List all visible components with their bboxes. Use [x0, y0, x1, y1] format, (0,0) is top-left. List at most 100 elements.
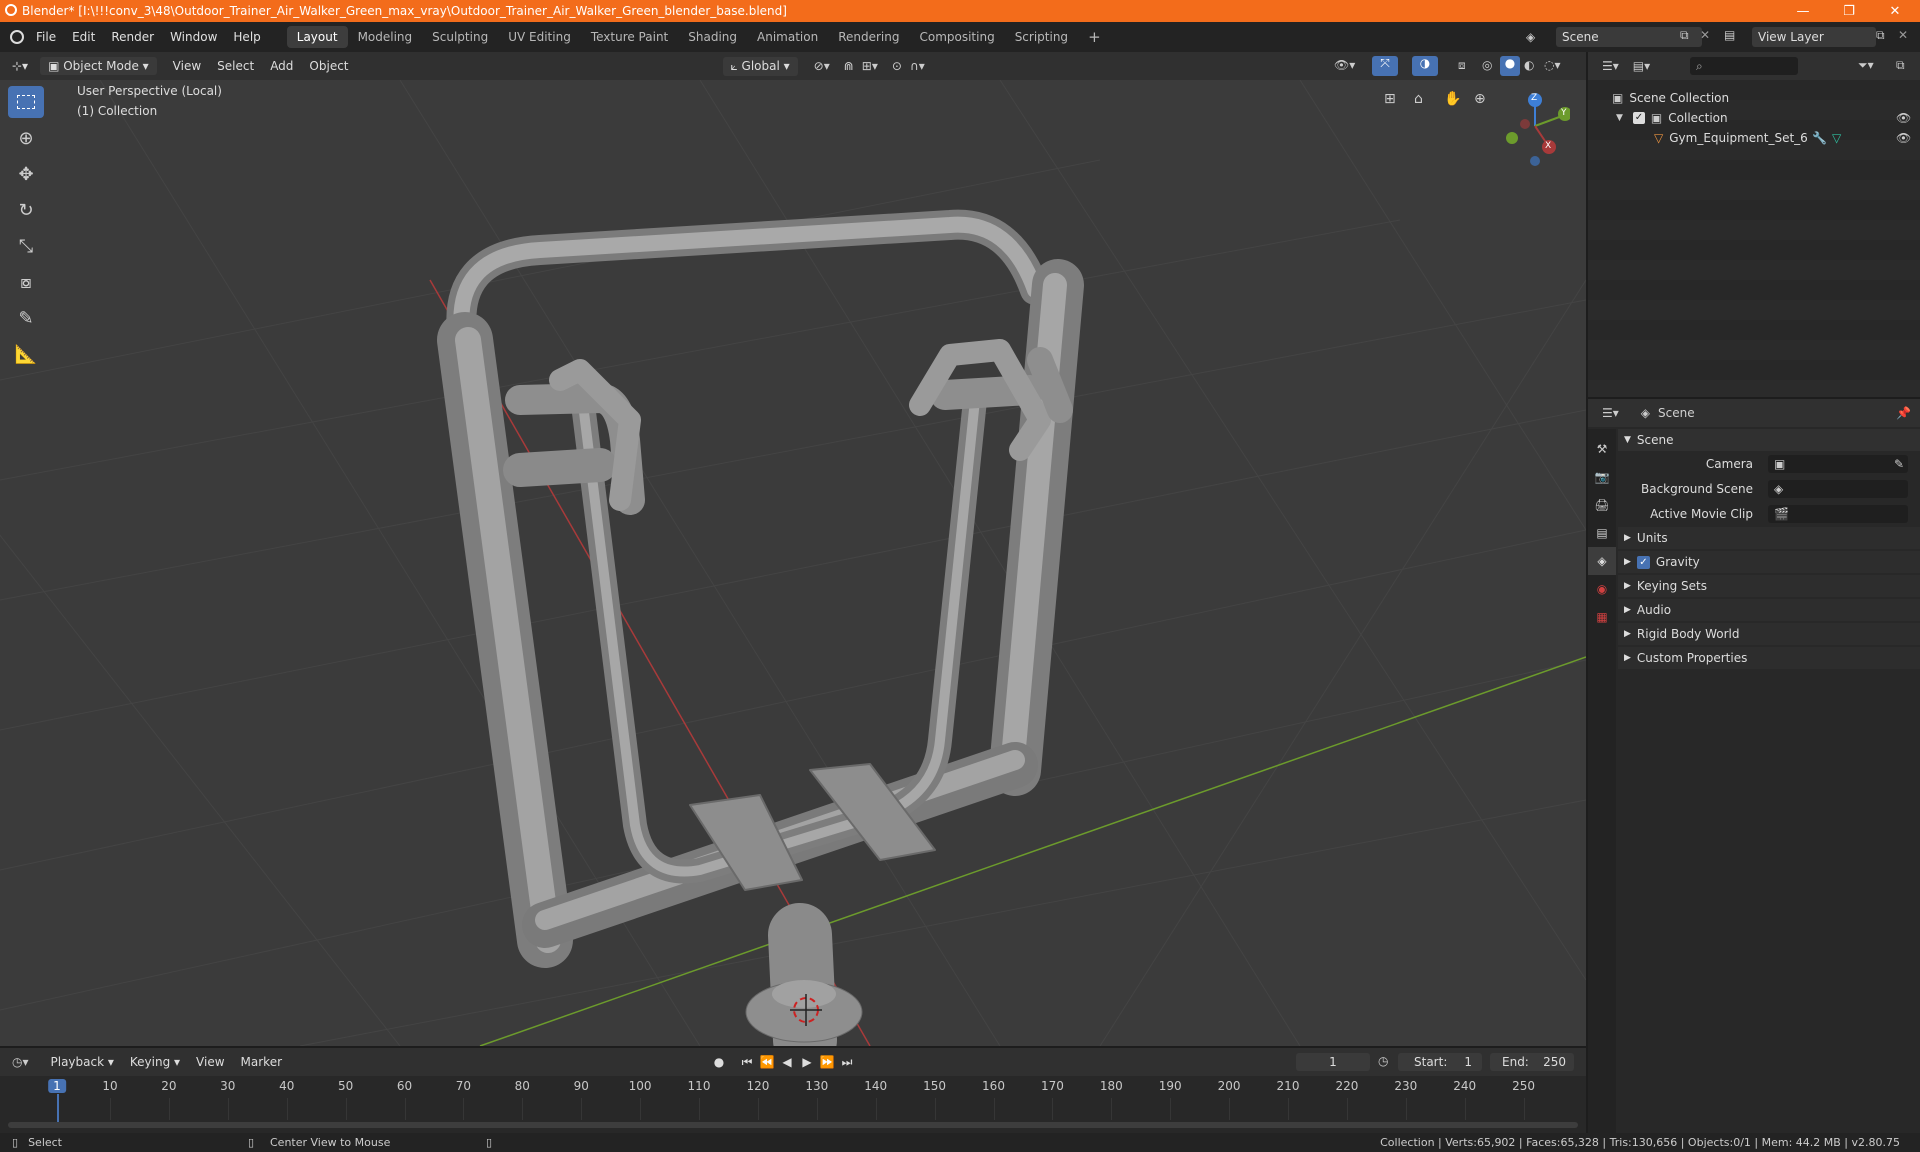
tab-uv-editing[interactable]: UV Editing: [498, 26, 581, 48]
close-button[interactable]: ✕: [1872, 0, 1918, 22]
jump-keyframe-forward-icon[interactable]: ⏩: [818, 1053, 836, 1071]
eyedropper-icon[interactable]: ✎: [1894, 457, 1904, 471]
rotate-tool[interactable]: ↻: [8, 194, 44, 226]
scene-panel-header[interactable]: ▼ Scene: [1618, 429, 1920, 451]
gravity-checkbox[interactable]: ✓: [1636, 555, 1650, 569]
menu-file[interactable]: File: [28, 30, 64, 44]
view-layer-field[interactable]: View Layer: [1752, 27, 1876, 47]
tab-compositing[interactable]: Compositing: [909, 26, 1004, 48]
tab-output[interactable]: 🖨: [1588, 491, 1616, 519]
start-frame-field[interactable]: Start: 1: [1398, 1053, 1482, 1071]
shading-solid-icon[interactable]: ●: [1500, 56, 1520, 76]
background-scene-field[interactable]: ◈: [1768, 480, 1908, 498]
pan-view-icon[interactable]: ✋: [1444, 91, 1461, 107]
timeline-editor-icon[interactable]: ◷▾: [12, 1055, 29, 1069]
audio-panel-header[interactable]: ▶ Audio: [1618, 599, 1920, 621]
timeline-menu-view[interactable]: View: [188, 1055, 232, 1069]
add-workspace-button[interactable]: +: [1078, 24, 1111, 50]
viewport-menu-select[interactable]: Select: [209, 59, 262, 73]
jump-end-icon[interactable]: ⏭: [838, 1053, 856, 1071]
timeline-scrollbar[interactable]: [8, 1122, 1578, 1128]
end-frame-field[interactable]: End: 250: [1490, 1053, 1574, 1071]
pin-icon[interactable]: 📌: [1896, 406, 1911, 420]
collection-eye-icon[interactable]: 👁: [1896, 111, 1911, 125]
modifier-wrench-icon[interactable]: 🔧: [1812, 131, 1827, 145]
rigid-body-world-panel-header[interactable]: ▶ Rigid Body World: [1618, 623, 1920, 645]
new-view-layer-icon[interactable]: ⧉: [1876, 28, 1885, 43]
jump-keyframe-back-icon[interactable]: ⏪: [758, 1053, 776, 1071]
play-reverse-icon[interactable]: ◀: [778, 1053, 796, 1071]
keying-sets-panel-header[interactable]: ▶ Keying Sets: [1618, 575, 1920, 597]
3d-viewport[interactable]: User Perspective (Local) (1) Collection …: [0, 80, 1586, 1046]
camera-field[interactable]: ▣ ✎: [1768, 455, 1908, 473]
tab-shading[interactable]: Shading: [678, 26, 747, 48]
tab-world[interactable]: ◉: [1588, 575, 1616, 603]
blender-menu-icon[interactable]: [10, 30, 24, 44]
current-frame-field[interactable]: 1: [1296, 1053, 1370, 1071]
filter-icon[interactable]: ⏷▾: [1858, 58, 1874, 73]
shading-material-icon[interactable]: ◐: [1524, 58, 1534, 72]
play-icon[interactable]: ▶: [798, 1053, 816, 1071]
transform-tool[interactable]: ⧇: [8, 266, 44, 298]
collection-checkbox[interactable]: ✓: [1632, 112, 1645, 124]
viewport-menu-object[interactable]: Object: [301, 59, 356, 73]
proportional-edit-icon[interactable]: ⊙: [892, 59, 902, 73]
scene-selector-icon[interactable]: ◈: [1526, 30, 1535, 44]
tab-modeling[interactable]: Modeling: [348, 26, 423, 48]
tab-rendering[interactable]: Rendering: [828, 26, 909, 48]
tab-scene[interactable]: ◈: [1588, 547, 1616, 575]
units-panel-header[interactable]: ▶ Units: [1618, 527, 1920, 549]
scale-tool[interactable]: ⤡: [8, 230, 44, 262]
cursor-tool[interactable]: ⊕: [8, 122, 44, 154]
new-scene-icon[interactable]: ⧉: [1680, 28, 1689, 43]
outliner-editor-icon[interactable]: ☰▾: [1602, 59, 1619, 73]
orientation-dropdown[interactable]: ⟀ Global ▾: [722, 56, 798, 76]
custom-properties-panel-header[interactable]: ▶ Custom Properties: [1618, 647, 1920, 669]
active-movie-clip-field[interactable]: 🎬: [1768, 505, 1908, 523]
menu-help[interactable]: Help: [225, 30, 268, 44]
timeline-menu-keying[interactable]: Keying ▾: [122, 1055, 188, 1069]
menu-window[interactable]: Window: [162, 30, 225, 44]
timeline-menu-playback[interactable]: Playback ▾: [43, 1055, 122, 1069]
tab-view-layer[interactable]: ▤: [1588, 519, 1616, 547]
tab-tool[interactable]: ⚒: [1588, 435, 1616, 463]
measure-tool[interactable]: 📐: [8, 338, 44, 370]
minimize-button[interactable]: —: [1780, 0, 1826, 22]
pivot-icon[interactable]: ⊘▾: [814, 59, 830, 73]
tab-layout[interactable]: Layout: [286, 26, 348, 48]
tab-sculpting[interactable]: Sculpting: [422, 26, 498, 48]
maximize-button[interactable]: ❐: [1826, 0, 1872, 22]
menu-render[interactable]: Render: [103, 30, 162, 44]
visibility-icon[interactable]: 👁▾: [1334, 58, 1355, 72]
object-eye-icon[interactable]: 👁: [1896, 131, 1911, 145]
tab-animation[interactable]: Animation: [747, 26, 828, 48]
viewport-menu-add[interactable]: Add: [262, 59, 301, 73]
record-icon[interactable]: ●: [710, 1053, 728, 1071]
tab-scripting[interactable]: Scripting: [1005, 26, 1078, 48]
remove-scene-icon[interactable]: ✕: [1700, 28, 1710, 42]
move-tool[interactable]: ✥: [8, 158, 44, 190]
gravity-panel-header[interactable]: ▶ ✓ Gravity: [1618, 551, 1920, 573]
jump-start-icon[interactable]: ⏮: [738, 1053, 756, 1071]
new-collection-icon[interactable]: ⧉: [1896, 58, 1905, 73]
viewport-menu-view[interactable]: View: [165, 59, 209, 73]
outliner-row-gym-equipment[interactable]: ▽ Gym_Equipment_Set_6 🔧 ▽ 👁: [1588, 128, 1920, 148]
outliner-row-scene-collection[interactable]: ▣ Scene Collection: [1588, 88, 1920, 108]
outliner-search-input[interactable]: ⌕: [1690, 57, 1798, 75]
toggle-grid-icon[interactable]: ⊞: [1384, 91, 1396, 107]
properties-editor-icon[interactable]: ☰▾: [1602, 406, 1619, 420]
playhead[interactable]: [57, 1094, 59, 1122]
mode-dropdown[interactable]: ▣ Object Mode ▾: [40, 57, 157, 75]
timeline-menu-marker[interactable]: Marker: [233, 1055, 290, 1069]
tab-texture-paint[interactable]: Texture Paint: [581, 26, 678, 48]
outliner-row-collection[interactable]: ▼ ✓ ▣ Collection 👁: [1588, 108, 1920, 128]
expand-arrow-icon[interactable]: ▼: [1616, 113, 1623, 123]
camera-view-icon[interactable]: ⌂: [1414, 91, 1423, 107]
overlays-toggle-icon[interactable]: ◑: [1412, 56, 1438, 76]
shading-rendered-icon[interactable]: ◌▾: [1544, 58, 1561, 72]
shading-wireframe-icon[interactable]: ◎: [1482, 58, 1492, 72]
gizmo-toggle-icon[interactable]: ⤧: [1372, 56, 1398, 76]
remove-view-layer-icon[interactable]: ✕: [1898, 28, 1908, 42]
select-box-tool[interactable]: [8, 86, 44, 118]
mesh-data-icon[interactable]: ▽: [1832, 131, 1841, 145]
